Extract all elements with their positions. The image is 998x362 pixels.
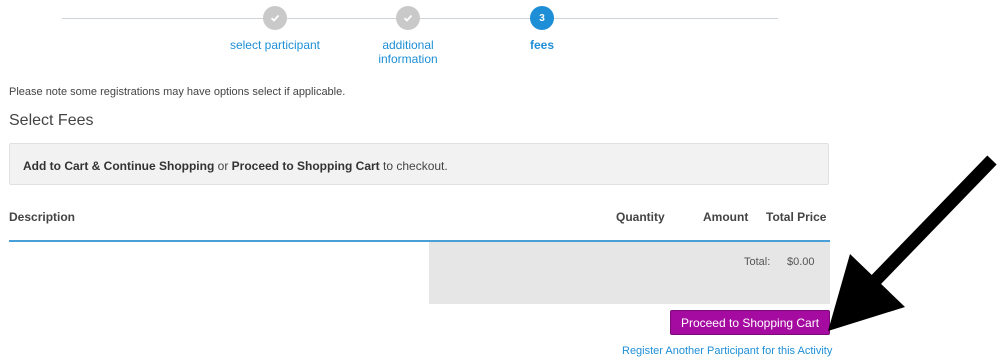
info-checkout: to checkout. [379, 159, 448, 173]
total-label: Total: [744, 256, 771, 268]
info-or: or [214, 159, 232, 173]
header-quantity: Quantity [616, 210, 665, 224]
total-box [429, 242, 830, 304]
section-title: Select Fees [9, 112, 94, 129]
proceed-to-shopping-cart-button[interactable]: Proceed to Shopping Cart [670, 310, 830, 335]
step-label-select-participant[interactable]: select participant [200, 38, 350, 52]
step-3-number: 3 [530, 6, 554, 30]
header-amount: Amount [703, 210, 749, 224]
annotation-arrow-icon [828, 155, 997, 331]
step-label-additional-information[interactable]: additional information [370, 38, 446, 66]
info-add-to-cart: Add to Cart & Continue Shopping [23, 159, 215, 173]
stepper-line [62, 18, 778, 19]
info-proceed: Proceed to Shopping Cart [231, 159, 380, 173]
check-icon [403, 14, 413, 22]
header-description: Description [9, 210, 76, 224]
registration-note: Please note some registrations may have … [9, 86, 346, 98]
step-2-check-icon [396, 6, 420, 30]
step-label-fees: fees [529, 38, 555, 52]
info-box: Add to Cart & Continue Shopping or Proce… [9, 143, 829, 185]
register-another-participant-link[interactable]: Register Another Participant for this Ac… [622, 345, 832, 357]
step-1-check-icon [263, 6, 287, 30]
check-icon [270, 14, 280, 22]
